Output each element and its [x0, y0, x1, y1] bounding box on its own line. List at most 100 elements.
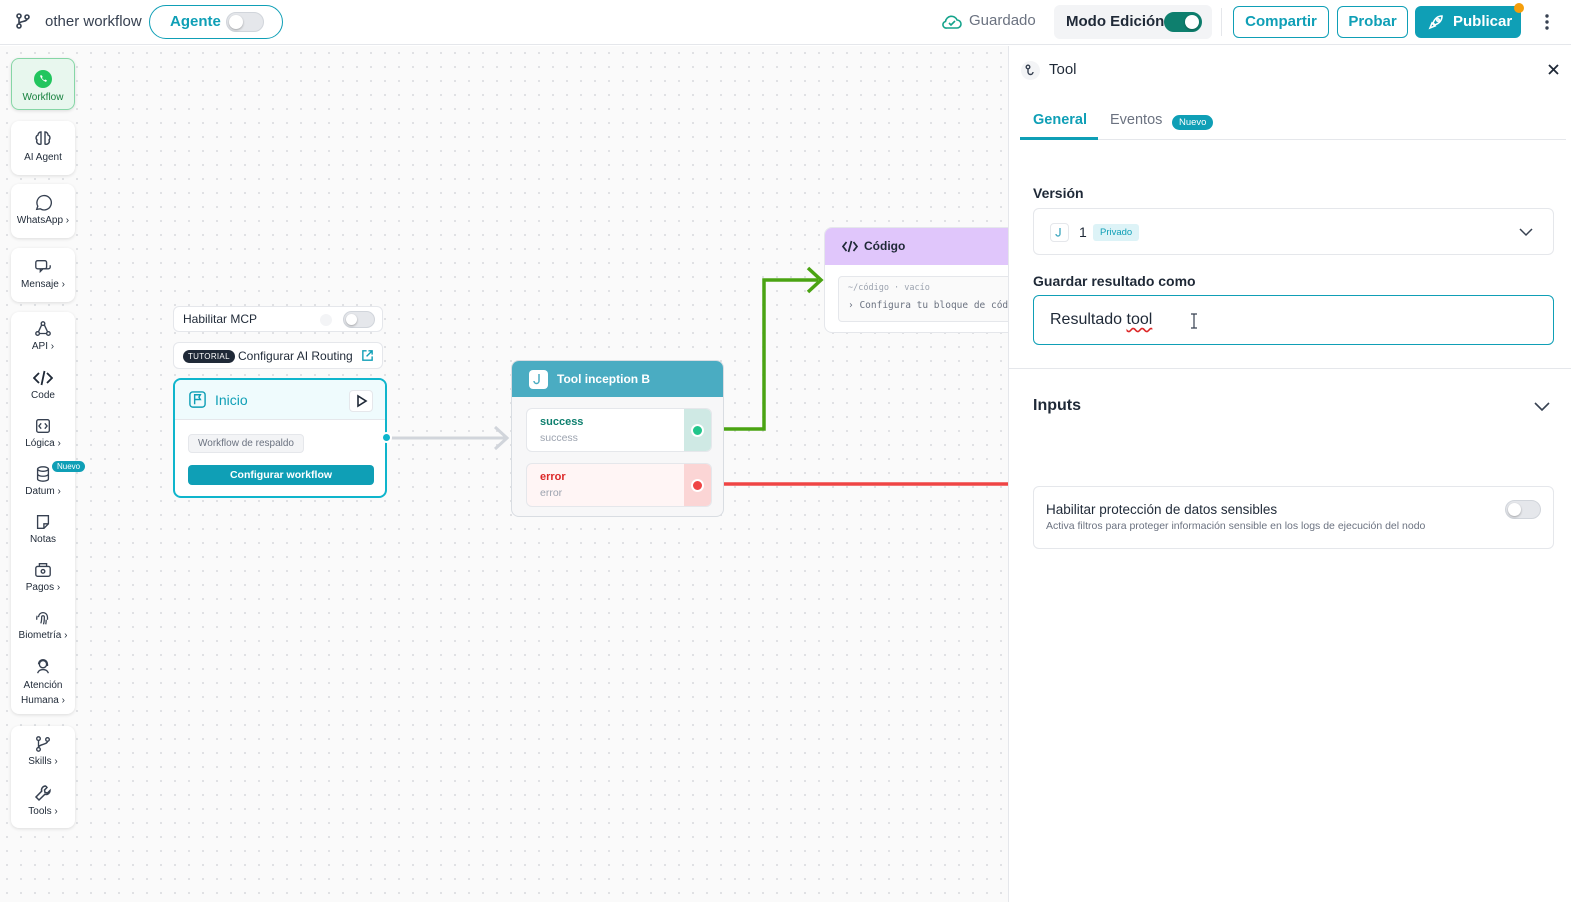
- sidebar-item-human-support[interactable]: Atención Humana ›: [11, 657, 75, 708]
- tool-node-title: Tool inception B: [557, 372, 651, 386]
- share-button[interactable]: Compartir: [1233, 6, 1329, 38]
- sidebar-item-label: Humana ›: [21, 695, 65, 706]
- sidebar-item-message[interactable]: Mensaje ›: [11, 258, 75, 290]
- sidebar-item-label: Tools ›: [28, 806, 58, 817]
- port-subtitle: success: [540, 432, 578, 444]
- tab-events[interactable]: Eventos: [1110, 112, 1162, 128]
- publish-button[interactable]: Publicar: [1415, 6, 1521, 38]
- code-icon: [842, 240, 858, 253]
- mcp-toggle-box: Habilitar MCP: [173, 306, 383, 332]
- success-port[interactable]: success success: [526, 408, 712, 452]
- sidebar-group-skills-tools: Skills › Tools ›: [11, 726, 75, 828]
- mcp-toggle[interactable]: [343, 311, 375, 328]
- run-button[interactable]: [349, 390, 373, 412]
- sidebar-item-api[interactable]: API ›: [11, 320, 75, 352]
- save-result-input[interactable]: Resultado tool: [1033, 295, 1554, 345]
- more-options-icon[interactable]: [1543, 12, 1551, 32]
- panel-tabs: General Eventos Nuevo: [1020, 104, 1566, 140]
- notification-dot: [1514, 3, 1524, 13]
- payment-icon: [35, 563, 51, 577]
- tab-general[interactable]: General: [1033, 112, 1087, 128]
- tool-settings-panel: Tool General Eventos Nuevo Versión 1 Pri…: [1008, 46, 1571, 902]
- sidebar-item-tools[interactable]: Tools ›: [11, 783, 75, 817]
- sidebar-item-code[interactable]: Code: [11, 369, 75, 401]
- sidebar-item-label: WhatsApp ›: [16, 215, 70, 226]
- sidebar-item-label: Code: [31, 390, 55, 401]
- sidebar-item-label: API ›: [31, 341, 55, 352]
- error-handle[interactable]: [684, 464, 711, 506]
- port-name: success: [540, 416, 584, 428]
- close-icon[interactable]: [1547, 63, 1560, 76]
- mcp-status-dot: [320, 314, 332, 326]
- sensitive-data-title: Habilitar protección de datos sensibles: [1046, 502, 1278, 517]
- sidebar-item-payments[interactable]: Pagos ›: [11, 561, 75, 593]
- workflow-name[interactable]: other workflow: [45, 13, 142, 30]
- publish-label: Publicar: [1453, 13, 1513, 30]
- brain-icon: [35, 131, 51, 145]
- saved-status-label: Guardado: [969, 12, 1036, 29]
- sensitive-data-toggle[interactable]: [1505, 500, 1541, 519]
- test-button[interactable]: Probar: [1337, 6, 1408, 38]
- sidebar-group-ai-agent: AI Agent: [11, 121, 75, 175]
- play-icon: [357, 394, 368, 408]
- sidebar-item-skills[interactable]: Skills ›: [11, 735, 75, 767]
- chevron-down-icon[interactable]: [1533, 400, 1551, 414]
- code-node[interactable]: Código ~/código · vacío › Configura tu b…: [824, 227, 1008, 333]
- sidebar-item-label: Biometría ›: [18, 630, 68, 641]
- api-icon: [35, 321, 51, 336]
- start-node-output-handle[interactable]: [381, 432, 392, 443]
- sidebar-group-whatsapp: WhatsApp ›: [11, 184, 75, 238]
- tool-node-header: Tool inception B: [512, 361, 723, 397]
- top-bar: other workflow Agente Guardado Modo Edic…: [0, 0, 1571, 45]
- version-icon: [1050, 223, 1069, 242]
- start-node[interactable]: Inicio Workflow de respaldo Configurar w…: [173, 378, 387, 498]
- code-preview-hint: › Configura tu bloque de código: [848, 300, 1008, 311]
- sidebar-item-whatsapp[interactable]: WhatsApp ›: [11, 194, 75, 226]
- edit-mode-control[interactable]: Modo Edición: [1054, 5, 1212, 39]
- error-port[interactable]: error error: [526, 463, 712, 507]
- whatsapp-icon: [35, 194, 52, 211]
- start-node-title: Inicio: [215, 392, 248, 408]
- agent-toggle[interactable]: [226, 12, 264, 32]
- save-result-value-part: Resultado: [1050, 311, 1127, 328]
- tool-node-icon: [529, 370, 548, 389]
- workflow-canvas[interactable]: Workflow AI Agent WhatsApp › Mensaje › A…: [0, 46, 1008, 902]
- version-label: Versión: [1033, 185, 1084, 201]
- external-link-icon[interactable]: [361, 349, 374, 362]
- edit-mode-label: Modo Edición: [1066, 13, 1165, 30]
- tool-panel-icon: [1021, 61, 1040, 80]
- panel-title: Tool: [1049, 61, 1077, 78]
- success-handle[interactable]: [684, 409, 711, 451]
- sidebar-item-label: Lógica ›: [25, 438, 61, 449]
- version-select[interactable]: 1 Privado: [1033, 208, 1554, 255]
- save-result-value: Resultado tool: [1050, 311, 1152, 329]
- support-agent-icon: [36, 659, 50, 674]
- hook-icon: [1025, 64, 1034, 76]
- sidebar-item-notes[interactable]: Notas: [11, 513, 75, 545]
- configure-workflow-button[interactable]: Configurar workflow: [188, 465, 374, 485]
- sidebar-item-biometrics[interactable]: Biometría ›: [11, 609, 75, 641]
- code-node-header: Código: [825, 228, 1008, 265]
- hook-icon: [533, 374, 540, 385]
- active-tab-indicator: [1020, 137, 1098, 140]
- database-icon: [36, 466, 50, 482]
- sidebar-item-workflow[interactable]: Workflow: [11, 58, 75, 110]
- sidebar-item-logic[interactable]: Lógica ›: [11, 417, 75, 449]
- sidebar-item-ai-agent[interactable]: AI Agent: [11, 129, 75, 163]
- sensitive-data-box: Habilitar protección de datos sensibles …: [1033, 486, 1554, 549]
- note-icon: [36, 515, 50, 529]
- tutorial-link-box[interactable]: TUTORIAL Configurar AI Routing: [173, 342, 383, 369]
- sidebar-item-label: Mensaje ›: [21, 279, 65, 290]
- save-as-label: Guardar resultado como: [1033, 273, 1196, 289]
- mcp-label: Habilitar MCP: [183, 312, 258, 326]
- events-new-badge: Nuevo: [1172, 115, 1214, 130]
- tool-node[interactable]: Tool inception B success success error e…: [511, 360, 724, 517]
- edges-layer: [388, 266, 1008, 486]
- edit-mode-toggle[interactable]: [1164, 12, 1202, 32]
- edge-success-to-code[interactable]: [724, 278, 818, 431]
- inputs-section-title[interactable]: Inputs: [1033, 397, 1081, 415]
- port-subtitle: error: [540, 487, 563, 499]
- tutorial-label: Configurar AI Routing: [238, 349, 353, 363]
- fallback-workflow-chip[interactable]: Workflow de respaldo: [188, 434, 304, 453]
- agent-toggle-pill[interactable]: Agente: [149, 5, 283, 39]
